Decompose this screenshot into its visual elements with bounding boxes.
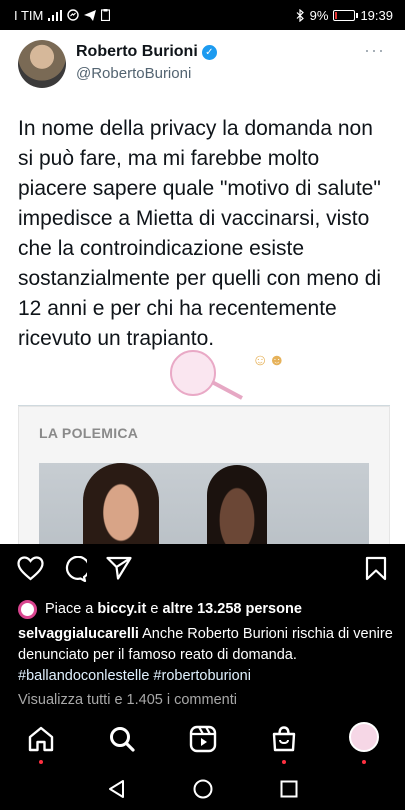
verified-badge-icon: ✓ [201, 45, 217, 60]
home-notification-dot [39, 760, 43, 764]
clock: 19:39 [360, 7, 393, 23]
reels-icon[interactable] [188, 724, 218, 754]
battery-percent: 9% [309, 7, 329, 23]
likes-user[interactable]: biccy.it [97, 601, 146, 617]
post-action-bar [0, 544, 405, 596]
battery-icon [333, 9, 359, 21]
android-nav-bar [0, 768, 405, 810]
share-icon[interactable] [106, 556, 132, 580]
search-icon[interactable] [107, 724, 137, 754]
status-right: 9% 19:39 [296, 8, 393, 23]
post-caption: selvaggialucarelli Anche Roberto Burioni… [18, 624, 396, 687]
caption-username[interactable]: selvaggialucarelli [18, 626, 139, 642]
post-image-tweet[interactable]: Roberto Burioni ✓ @RobertoBurioni ··· In … [0, 30, 405, 544]
back-icon[interactable] [107, 779, 125, 799]
signal-icon [48, 9, 63, 21]
tweet-author-handle: @RobertoBurioni [76, 65, 192, 82]
profile-avatar[interactable] [349, 722, 379, 752]
tweet-author-name: Roberto Burioni ✓ [76, 43, 217, 61]
heart-icon[interactable] [17, 556, 44, 581]
bottom-nav [0, 712, 405, 768]
profile-notification-dot [362, 760, 366, 764]
likes-summary[interactable]: Piace a biccy.it e altre 13.258 persone [18, 598, 398, 620]
clipboard-icon [101, 9, 111, 21]
article-kicker: LA POLEMICA [39, 425, 139, 441]
shop-notification-dot [282, 760, 286, 764]
carrier-label: I TIM [14, 7, 44, 23]
likes-count[interactable]: altre 13.258 persone [162, 601, 301, 617]
home-icon[interactable] [26, 724, 56, 754]
likes-middle: e [150, 601, 159, 617]
recents-icon[interactable] [280, 780, 298, 798]
tweet-text: In nome della privacy la domanda non si … [18, 117, 382, 350]
watermark-sticker: ☺☻ [170, 350, 300, 402]
home-circle-icon[interactable] [193, 779, 213, 799]
liker-avatar [18, 599, 37, 619]
caption-hashtags[interactable]: #ballandoconlestelle #robertoburioni [18, 668, 251, 684]
article-preview: LA POLEMICA [18, 406, 390, 544]
telegram-icon [84, 9, 97, 21]
status-bar: I TIM 9% 19:39 [0, 0, 405, 30]
status-left: I TIM [14, 7, 111, 23]
messenger-icon [67, 9, 80, 21]
bluetooth-icon [296, 8, 304, 22]
likes-prefix: Piace a [45, 601, 94, 617]
tweet-author-avatar [18, 40, 66, 88]
bookmark-icon[interactable] [365, 556, 387, 581]
shop-icon[interactable] [269, 724, 299, 754]
article-photo [39, 463, 369, 544]
view-comments-link[interactable]: Visualizza tutti e 1.405 i commenti [18, 692, 237, 708]
more-options-icon: ··· [364, 40, 385, 60]
comment-icon[interactable] [61, 556, 87, 582]
